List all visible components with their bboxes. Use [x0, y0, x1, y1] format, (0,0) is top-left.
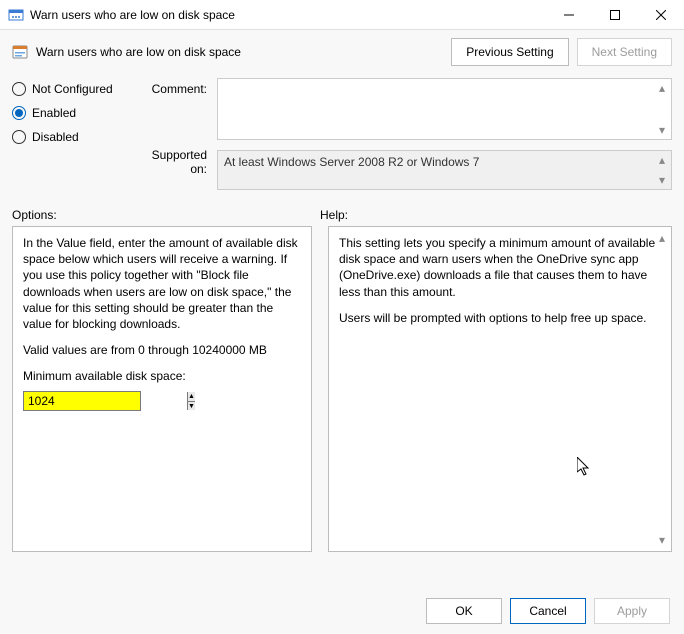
- dialog-button-bar: OK Cancel Apply: [418, 598, 670, 624]
- radio-disabled[interactable]: Disabled: [12, 130, 132, 144]
- scroll-up-icon[interactable]: ▴: [655, 153, 669, 167]
- close-button[interactable]: [638, 0, 684, 30]
- cancel-button[interactable]: Cancel: [510, 598, 586, 624]
- options-panel: In the Value field, enter the amount of …: [12, 226, 312, 552]
- spin-label: Minimum available disk space:: [23, 368, 301, 384]
- radio-indicator: [12, 82, 26, 96]
- policy-icon: [12, 44, 28, 60]
- radio-indicator: [12, 130, 26, 144]
- min-disk-space-spinner[interactable]: ▲ ▼: [23, 391, 141, 411]
- app-icon: [8, 7, 24, 23]
- scroll-up-icon[interactable]: ▴: [655, 81, 669, 95]
- previous-setting-button[interactable]: Previous Setting: [451, 38, 568, 66]
- state-radio-group: Not Configured Enabled Disabled: [12, 78, 132, 190]
- header-row: Warn users who are low on disk space Pre…: [0, 30, 684, 78]
- comment-textarea[interactable]: ▴ ▾: [217, 78, 672, 140]
- options-label: Options:: [12, 208, 320, 222]
- radio-label: Not Configured: [32, 82, 113, 96]
- scroll-down-icon[interactable]: ▾: [655, 173, 669, 187]
- supported-on-text: At least Windows Server 2008 R2 or Windo…: [224, 155, 479, 169]
- spin-down-button[interactable]: ▼: [188, 402, 195, 411]
- scroll-down-icon[interactable]: ▾: [655, 533, 669, 547]
- maximize-button[interactable]: [592, 0, 638, 30]
- next-setting-button: Next Setting: [577, 38, 672, 66]
- min-disk-space-input[interactable]: [24, 392, 187, 410]
- help-label: Help:: [320, 208, 672, 222]
- radio-label: Disabled: [32, 130, 79, 144]
- supported-on-label: Supported on:: [132, 144, 217, 190]
- scroll-up-icon[interactable]: ▴: [655, 231, 669, 245]
- radio-indicator: [12, 106, 26, 120]
- ok-button[interactable]: OK: [426, 598, 502, 624]
- help-panel: This setting lets you specify a minimum …: [328, 226, 672, 552]
- policy-title: Warn users who are low on disk space: [36, 45, 443, 59]
- minimize-button[interactable]: [546, 0, 592, 30]
- comment-label: Comment:: [132, 78, 217, 140]
- radio-label: Enabled: [32, 106, 76, 120]
- window-title: Warn users who are low on disk space: [30, 8, 546, 22]
- title-bar: Warn users who are low on disk space: [0, 0, 684, 30]
- supported-on-box: At least Windows Server 2008 R2 or Windo…: [217, 150, 672, 190]
- options-text-2: Valid values are from 0 through 10240000…: [23, 342, 301, 358]
- spin-up-button[interactable]: ▲: [188, 392, 195, 402]
- apply-button: Apply: [594, 598, 670, 624]
- scroll-down-icon[interactable]: ▾: [655, 123, 669, 137]
- radio-enabled[interactable]: Enabled: [12, 106, 132, 120]
- radio-not-configured[interactable]: Not Configured: [12, 82, 132, 96]
- options-text-1: In the Value field, enter the amount of …: [23, 235, 301, 332]
- help-text-1: This setting lets you specify a minimum …: [339, 235, 661, 300]
- help-text-2: Users will be prompted with options to h…: [339, 310, 661, 326]
